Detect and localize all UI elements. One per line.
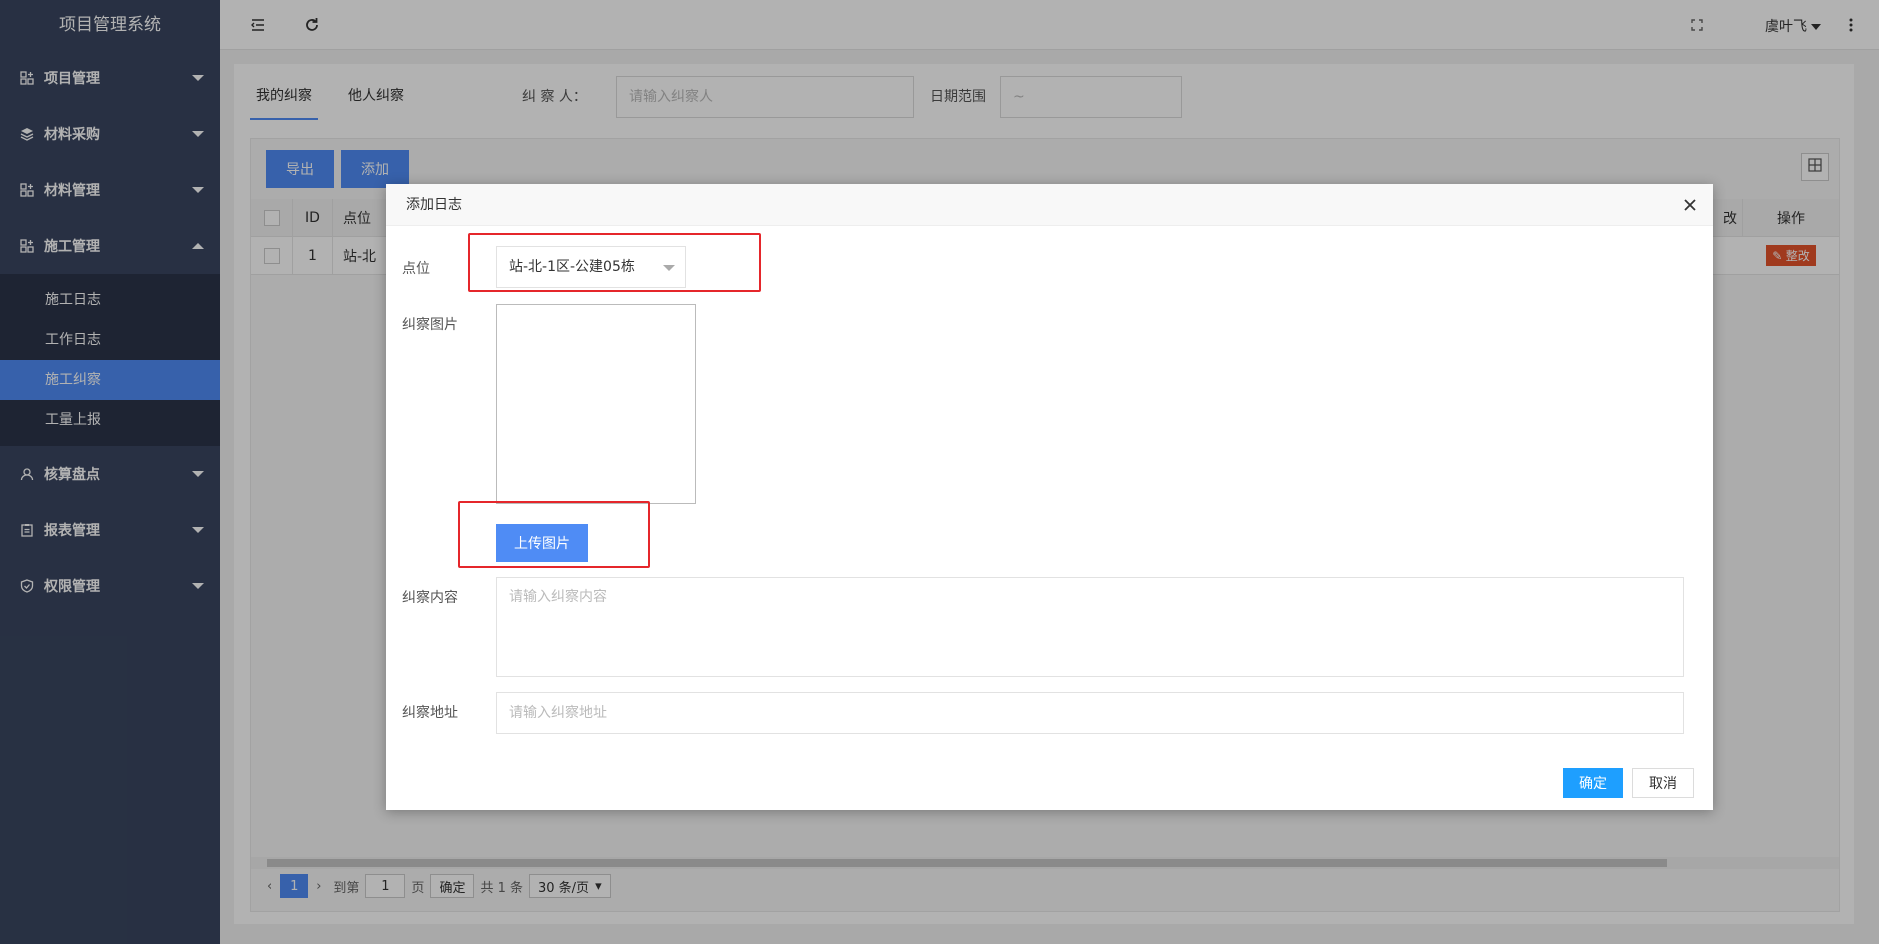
image-label: 纠察图片 — [402, 317, 458, 333]
content-textarea[interactable]: 请输入纠察内容 — [496, 577, 1684, 677]
address-label: 纠察地址 — [402, 705, 458, 721]
image-preview — [496, 304, 696, 504]
close-icon[interactable] — [1681, 196, 1699, 214]
content-label: 纠察内容 — [402, 590, 458, 606]
add-log-dialog: 添加日志 点位 站-北-1区-公建05栋 纠察图片 上传图片 纠察内容 请输入纠… — [386, 184, 1713, 810]
cancel-button[interactable]: 取消 — [1632, 768, 1694, 798]
location-label: 点位 — [402, 261, 430, 277]
upload-image-button[interactable]: 上传图片 — [496, 524, 588, 562]
location-select[interactable]: 站-北-1区-公建05栋 — [496, 246, 686, 288]
caret-down-icon — [663, 265, 675, 271]
location-value: 站-北-1区-公建05栋 — [509, 259, 635, 275]
address-input[interactable]: 请输入纠察地址 — [496, 692, 1684, 734]
dialog-title: 添加日志 — [386, 184, 1713, 226]
confirm-button[interactable]: 确定 — [1563, 768, 1623, 798]
